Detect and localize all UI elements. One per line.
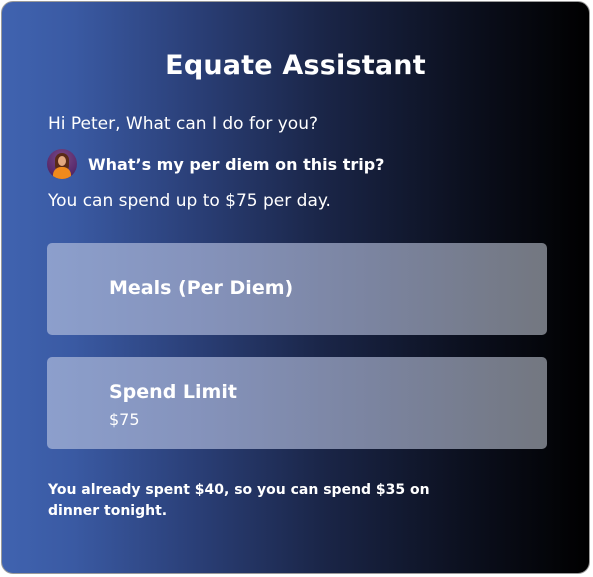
assistant-greeting-message: Hi Peter, What can I do for you? bbox=[48, 114, 318, 134]
meals-per-diem-card[interactable]: Meals (Per Diem) bbox=[47, 243, 547, 335]
spend-limit-value: $75 bbox=[109, 410, 140, 429]
assistant-title: Equate Assistant bbox=[165, 50, 426, 81]
spend-limit-label: Spend Limit bbox=[109, 381, 237, 403]
user-question-message: What’s my per diem on this trip? bbox=[88, 154, 385, 174]
user-question-row: What’s my per diem on this trip? bbox=[47, 149, 384, 179]
spend-limit-card[interactable]: Spend Limit $75 bbox=[47, 357, 547, 449]
remaining-budget-note: You already spent $40, so you can spend … bbox=[48, 482, 430, 519]
assistant-answer-message: You can spend up to $75 per day. bbox=[48, 191, 331, 211]
meals-per-diem-label: Meals (Per Diem) bbox=[109, 277, 294, 299]
assistant-panel: Equate Assistant Hi Peter, What can I do… bbox=[1, 1, 590, 574]
user-avatar bbox=[47, 149, 77, 179]
